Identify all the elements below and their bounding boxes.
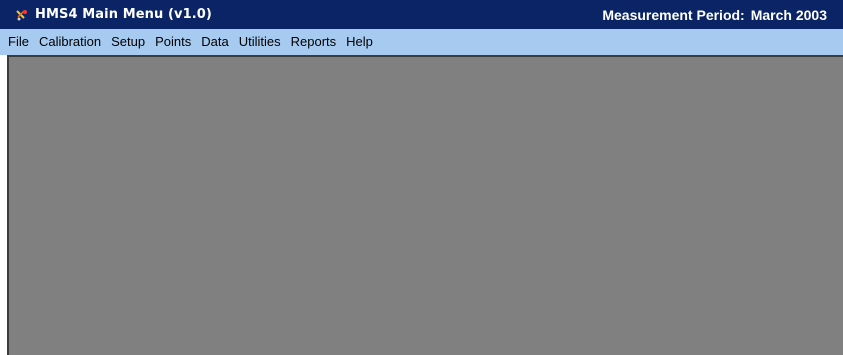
app-icon[interactable] (14, 6, 30, 23)
window-left-border (0, 55, 7, 355)
mdi-client-area[interactable] (7, 55, 843, 355)
menu-bar: File Calibration Setup Points Data Utili… (0, 29, 843, 55)
period-value: March 2003 (750, 6, 827, 23)
menu-setup[interactable]: Setup (106, 29, 150, 55)
menu-utilities[interactable]: Utilities (234, 29, 286, 55)
menu-data[interactable]: Data (196, 29, 233, 55)
menu-reports[interactable]: Reports (286, 29, 342, 55)
menu-calibration[interactable]: Calibration (34, 29, 106, 55)
menu-help[interactable]: Help (341, 29, 378, 55)
window-title: HMS4 Main Menu (v1.0) (35, 7, 212, 22)
main-window: HMS4 Main Menu (v1.0) Measurement Period… (0, 0, 843, 355)
menu-points[interactable]: Points (150, 29, 196, 55)
period-label: Measurement Period: (602, 6, 745, 23)
menu-file[interactable]: File (3, 29, 34, 55)
title-bar: HMS4 Main Menu (v1.0) Measurement Period… (0, 0, 843, 29)
measurement-period: Measurement Period: March 2003 (602, 7, 827, 23)
